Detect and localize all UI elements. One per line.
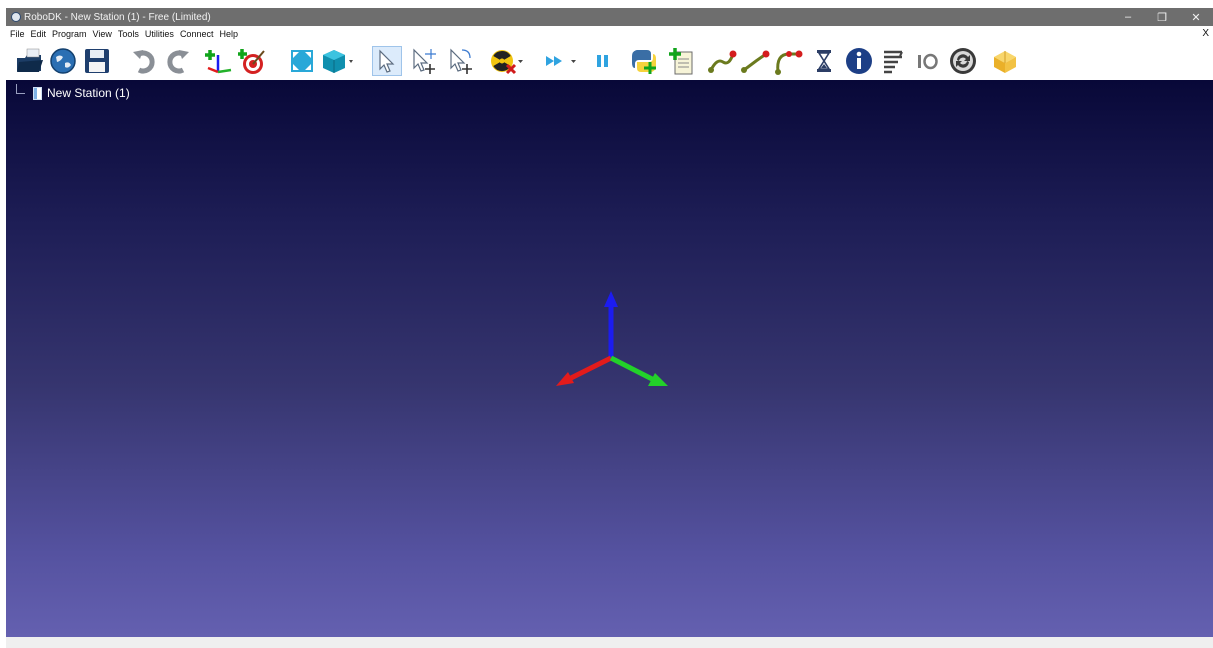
- add-program-icon[interactable]: [667, 46, 697, 76]
- reference-frame-axes: [556, 291, 668, 386]
- move-joint-icon[interactable]: [707, 46, 737, 76]
- python-program-icon[interactable]: [629, 46, 659, 76]
- undo-icon[interactable]: [130, 46, 160, 76]
- window-titlebar: RoboDK - New Station (1) - Free (Limited…: [6, 8, 1213, 26]
- select-move-icon[interactable]: [446, 46, 476, 76]
- status-bar: [6, 637, 1213, 648]
- menu-help[interactable]: Help: [219, 29, 238, 39]
- add-target-icon[interactable]: [237, 46, 268, 76]
- menu-program[interactable]: Program: [52, 29, 87, 39]
- online-library-icon[interactable]: [48, 46, 78, 76]
- move-linear-icon[interactable]: [740, 46, 770, 76]
- io-icon[interactable]: [912, 46, 942, 76]
- info-icon[interactable]: [844, 46, 874, 76]
- add-station-icon[interactable]: [990, 46, 1020, 76]
- set-io-icon[interactable]: [878, 46, 908, 76]
- save-icon[interactable]: [82, 46, 112, 76]
- select-plus-icon[interactable]: [409, 46, 439, 76]
- robodk-app-icon: [11, 12, 21, 22]
- station-tree: New Station (1): [16, 84, 130, 100]
- restore-button[interactable]: ❐: [1145, 8, 1179, 26]
- close-station-button[interactable]: X: [1202, 28, 1209, 39]
- y-axis-icon: [609, 355, 656, 383]
- move-circular-icon[interactable]: [773, 46, 803, 76]
- x-axis-icon: [567, 355, 613, 382]
- minimize-button[interactable]: –: [1111, 8, 1145, 26]
- main-toolbar: [6, 42, 1213, 80]
- menu-utilities[interactable]: Utilities: [145, 29, 174, 39]
- x-axis-arrow-icon: [556, 372, 574, 386]
- station-tree-item[interactable]: New Station (1): [47, 86, 130, 100]
- collision-icon[interactable]: [488, 46, 523, 76]
- open-icon[interactable]: [15, 46, 45, 76]
- station-icon: [33, 86, 42, 100]
- z-axis-arrow-icon: [604, 291, 618, 307]
- isometric-view-icon[interactable]: [320, 46, 353, 76]
- 3d-viewport[interactable]: New Station (1): [6, 80, 1213, 637]
- add-reference-frame-icon[interactable]: [204, 46, 234, 76]
- select-icon[interactable]: [372, 46, 402, 76]
- menu-view[interactable]: View: [93, 29, 112, 39]
- fast-simulation-icon[interactable]: [543, 46, 576, 76]
- pause-icon[interactable]: [588, 46, 618, 76]
- menu-connect[interactable]: Connect: [180, 29, 214, 39]
- tree-branch-line: [16, 84, 25, 94]
- close-window-button[interactable]: ✕: [1179, 8, 1213, 26]
- program-call-icon[interactable]: [948, 46, 978, 76]
- window-title: RoboDK - New Station (1) - Free (Limited…: [24, 11, 211, 23]
- menu-bar: File Edit Program View Tools Utilities C…: [6, 27, 1213, 41]
- menu-tools[interactable]: Tools: [118, 29, 139, 39]
- redo-icon[interactable]: [162, 46, 192, 76]
- menu-edit[interactable]: Edit: [31, 29, 47, 39]
- fit-all-icon[interactable]: [287, 46, 317, 76]
- menu-file[interactable]: File: [10, 29, 25, 39]
- pause-instruction-icon[interactable]: [809, 46, 839, 76]
